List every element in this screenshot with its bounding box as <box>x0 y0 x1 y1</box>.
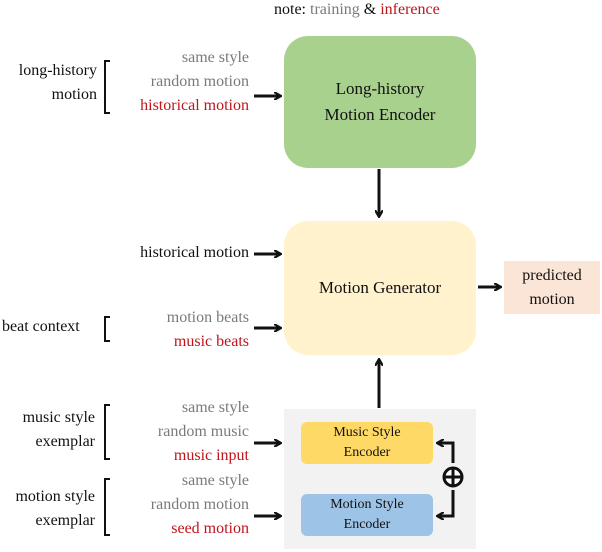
arrow-combine-to-motion-encoder <box>438 490 455 516</box>
combine-icon <box>442 466 464 488</box>
arrows-layer <box>254 0 602 552</box>
arrow-combine-to-music-encoder <box>438 443 455 463</box>
